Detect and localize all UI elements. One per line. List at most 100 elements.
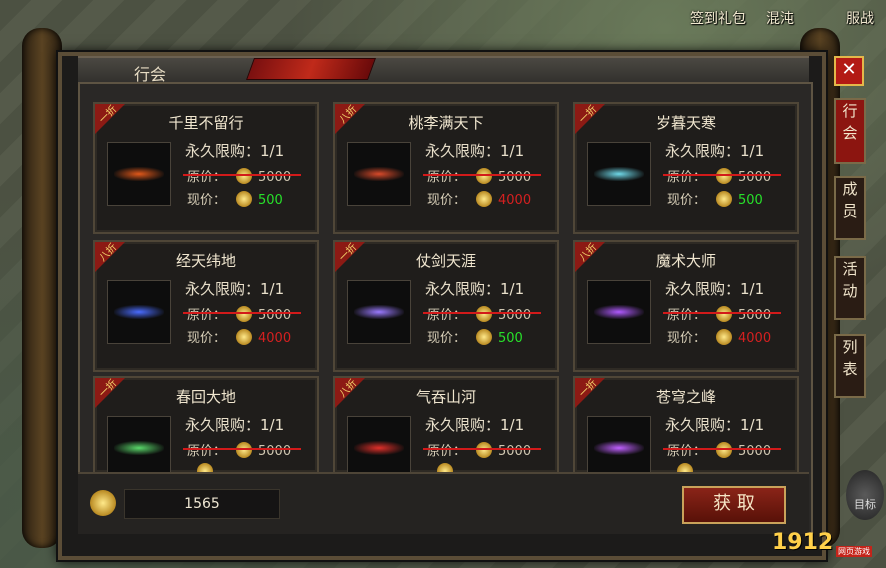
item-title-preview (587, 142, 651, 206)
coin-icon (236, 168, 253, 184)
item-name: 仗剑天涯 (415, 252, 476, 270)
current-price-row: 现价： 500 (427, 327, 523, 346)
strikethrough-line (423, 174, 541, 176)
site-logo-badge: 网页游戏 (836, 546, 872, 557)
coin-icon (236, 191, 253, 207)
shop-item-card[interactable]: 八折 经天纬地 永久限购：1/1 原价： 5000 现价： 4000 (93, 240, 319, 372)
coin-icon (236, 442, 253, 458)
coin-icon (716, 329, 733, 345)
purchase-limit: 永久限购：1/1 (185, 416, 285, 434)
original-price-value: 5000 (258, 444, 292, 459)
strikethrough-line (183, 448, 301, 450)
title-glow-icon (354, 441, 404, 455)
title-glow-icon (354, 305, 404, 319)
item-title-preview (587, 280, 651, 344)
shop-item-card[interactable]: 一折 仗剑天涯 永久限购：1/1 原价： 5000 现价： 500 (333, 240, 559, 372)
current-price-value: 4000 (498, 193, 532, 208)
item-title-preview (347, 142, 411, 206)
title-glow-icon (354, 167, 404, 181)
original-price-label: 原价： (187, 170, 227, 185)
item-title-preview (107, 416, 171, 472)
title-glow-icon (114, 441, 164, 455)
current-price-row: 现价： 4000 (187, 327, 291, 346)
purchase-limit: 永久限购：1/1 (185, 280, 285, 298)
original-price-row: 原价： 5000 (423, 166, 541, 185)
strikethrough-line (183, 174, 301, 176)
purchase-limit: 永久限购：1/1 (665, 416, 765, 434)
original-price-label: 原价： (427, 444, 467, 459)
dragon-frame-left (22, 28, 62, 548)
chaos-link[interactable]: 混沌 (766, 8, 794, 28)
original-price-row: 原价： 5000 (183, 166, 301, 185)
current-price-row: 现价： 4000 (427, 189, 531, 208)
site-logo: 1912 (772, 530, 834, 555)
original-price-label: 原价： (187, 308, 227, 323)
original-price-row: 原价： 5000 (423, 440, 541, 459)
item-title-preview (107, 280, 171, 344)
current-price-value: 500 (738, 193, 763, 208)
original-price-value: 5000 (738, 170, 772, 185)
current-price-value: 500 (498, 331, 523, 346)
purchase-limit: 永久限购：1/1 (425, 142, 525, 160)
current-price-label: 现价： (187, 331, 227, 346)
coin-icon (476, 306, 493, 322)
item-name: 魔术大师 (655, 252, 716, 270)
item-name: 岁暮天寒 (655, 114, 716, 132)
shop-item-card[interactable]: 八折 桃李满天下 永久限购：1/1 原价： 5000 现价： 4000 (333, 102, 559, 234)
current-price-row: 现价： 500 (187, 189, 283, 208)
shop-item-card[interactable]: 一折 苍穹之峰 永久限购：1/1 原价： 5000 (573, 376, 799, 474)
shop-item-card[interactable]: 八折 魔术大师 永久限购：1/1 原价： 5000 现价： 4000 (573, 240, 799, 372)
gold-coin-icon (90, 490, 116, 516)
get-button[interactable]: 获 取 (682, 486, 786, 524)
title-glow-icon (594, 441, 644, 455)
shop-item-card[interactable]: 一折 千里不留行 永久限购：1/1 原价： 5000 现价： 500 (93, 102, 319, 234)
current-price-label: 现价： (427, 193, 467, 208)
current-price-value: 4000 (738, 331, 772, 346)
original-price-value: 5000 (738, 308, 772, 323)
item-title-preview (587, 416, 651, 472)
original-price-value: 5000 (498, 170, 532, 185)
shop-item-card[interactable]: 一折 春回大地 永久限购：1/1 原价： 5000 (93, 376, 319, 474)
coin-icon (716, 306, 733, 322)
coin-icon (716, 168, 733, 184)
item-name: 苍穹之峰 (655, 388, 716, 406)
tab-guild[interactable]: 行会 (834, 98, 866, 164)
coin-icon (236, 306, 253, 322)
original-price-label: 原价： (667, 444, 707, 459)
original-price-value: 5000 (738, 444, 772, 459)
original-price-label: 原价： (187, 444, 227, 459)
purchase-limit: 永久限购：1/1 (185, 142, 285, 160)
original-price-row: 原价： 5000 (663, 440, 781, 459)
coin-icon (236, 329, 253, 345)
item-title-preview (107, 142, 171, 206)
original-price-row: 原价： 5000 (663, 166, 781, 185)
tab-members[interactable]: 成员 (834, 176, 866, 240)
original-price-row: 原价： 5000 (663, 304, 781, 323)
original-price-row: 原价： 5000 (183, 304, 301, 323)
item-name: 气吞山河 (415, 388, 476, 406)
server-war-link[interactable]: 服战 (846, 8, 874, 28)
coin-icon (476, 191, 493, 207)
tab-list[interactable]: 列表 (834, 334, 866, 398)
strikethrough-line (663, 448, 781, 450)
tab-activity[interactable]: 活动 (834, 256, 866, 320)
shop-item-card[interactable]: 八折 气吞山河 永久限购：1/1 原价： 5000 (333, 376, 559, 474)
target-icon[interactable]: 目标 (846, 470, 884, 520)
purchase-limit: 永久限购：1/1 (665, 280, 765, 298)
close-icon[interactable]: ✕ (834, 56, 864, 86)
coin-icon (716, 191, 733, 207)
original-price-value: 5000 (498, 308, 532, 323)
coin-icon (476, 442, 493, 458)
strikethrough-line (423, 312, 541, 314)
shop-item-card[interactable]: 一折 岁暮天寒 永久限购：1/1 原价： 5000 现价： 500 (573, 102, 799, 234)
strikethrough-line (663, 174, 781, 176)
original-price-row: 原价： 5000 (423, 304, 541, 323)
original-price-value: 5000 (258, 170, 292, 185)
sign-in-gift-link[interactable]: 签到礼包 (690, 8, 746, 28)
item-name: 经天纬地 (175, 252, 236, 270)
original-price-label: 原价： (427, 170, 467, 185)
currency-amount: 1565 (124, 489, 280, 519)
original-price-label: 原价： (427, 308, 467, 323)
original-price-value: 5000 (258, 308, 292, 323)
title-glow-icon (114, 167, 164, 181)
